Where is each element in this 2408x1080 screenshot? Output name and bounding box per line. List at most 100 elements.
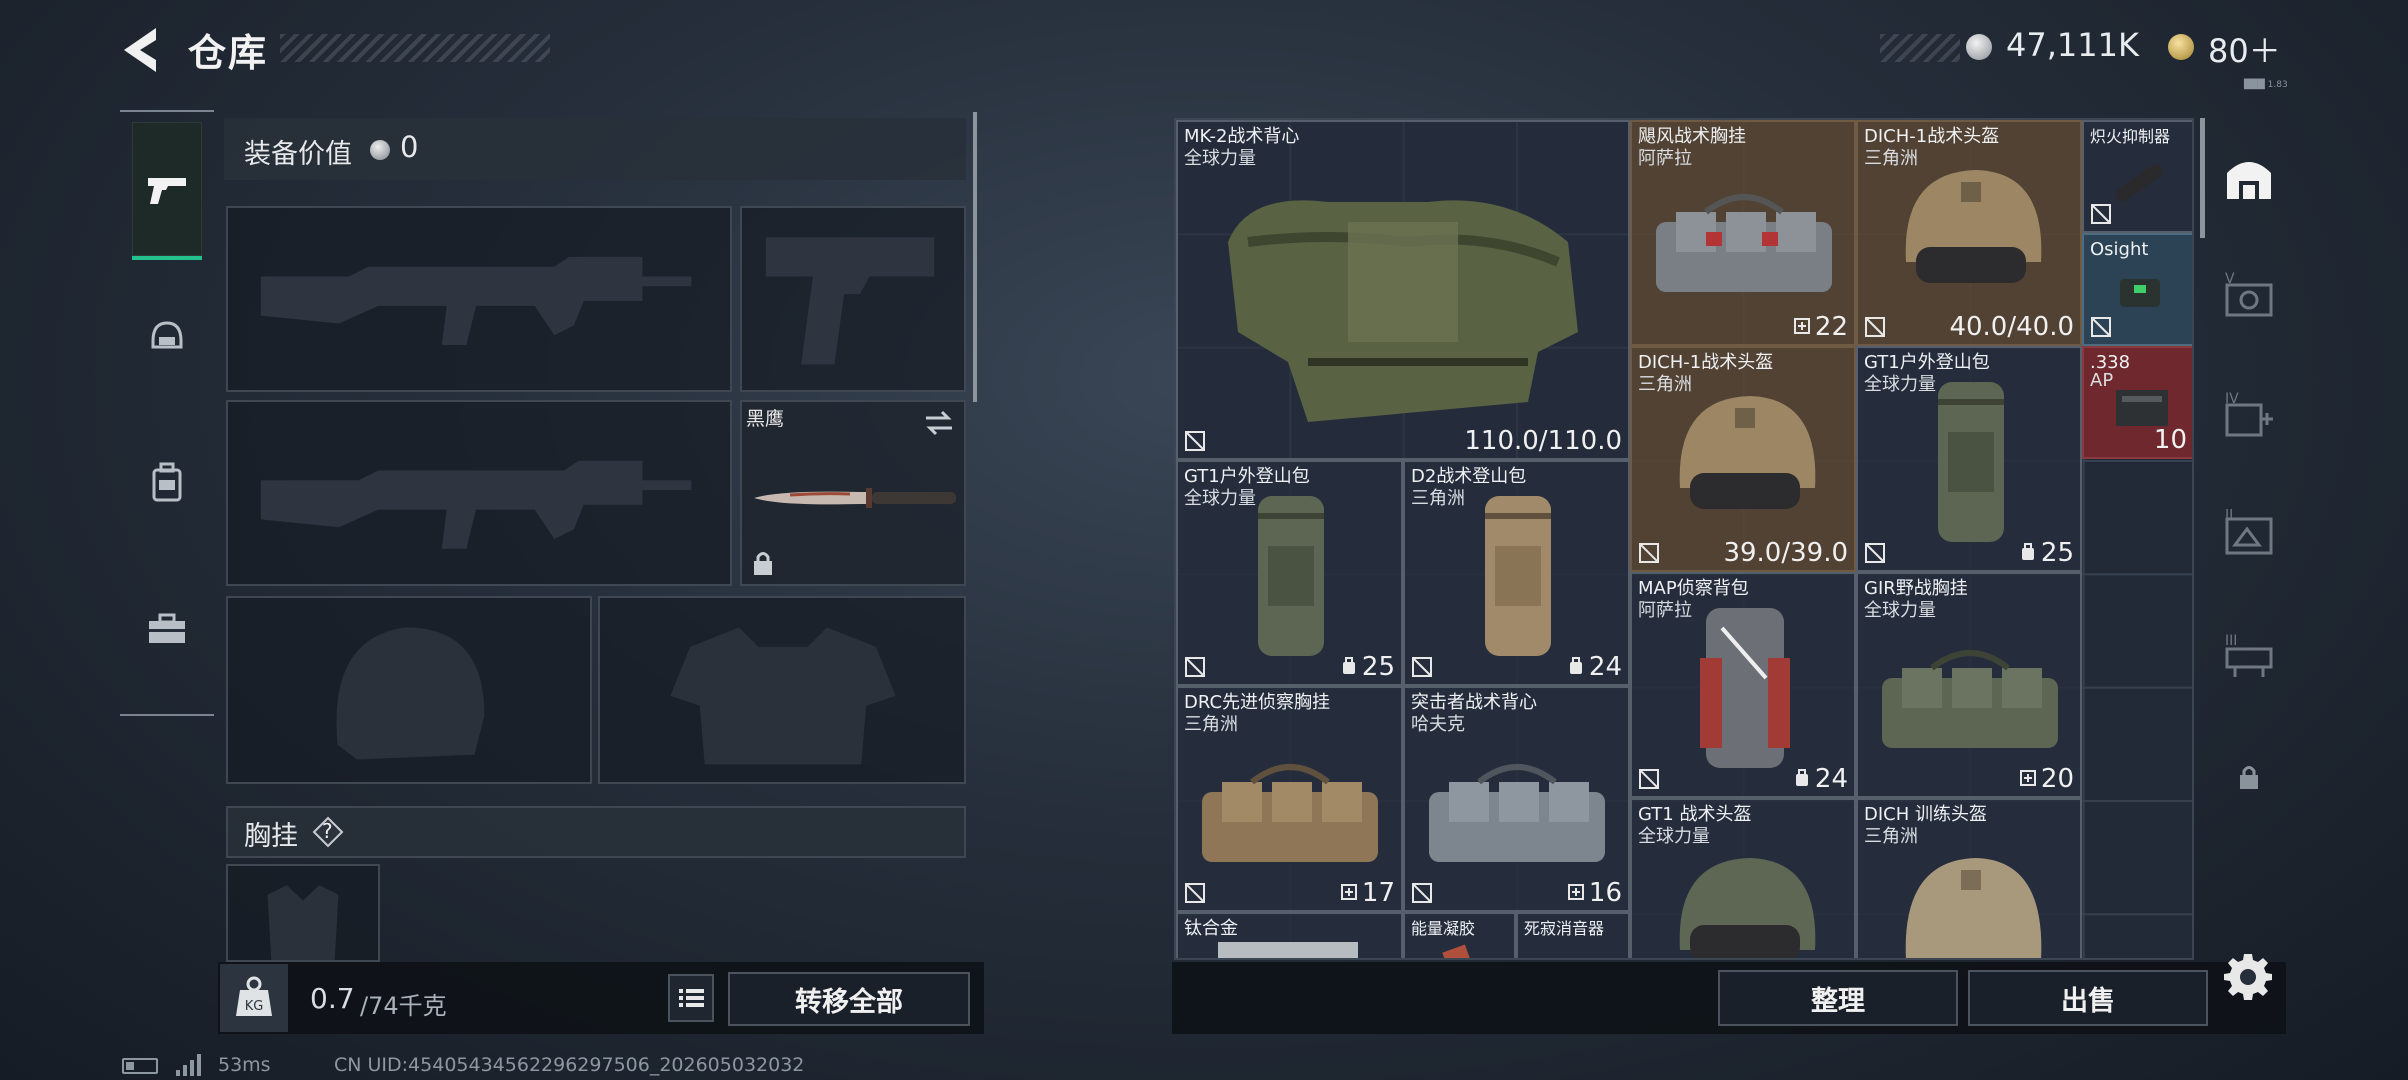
rifle-silhouette-icon bbox=[260, 256, 692, 345]
category-ii[interactable]: II bbox=[2220, 506, 2278, 564]
capacity-icon bbox=[1343, 657, 1355, 674]
cat-v-icon: V bbox=[2225, 271, 2273, 317]
item-card[interactable]: 钛合金 bbox=[1176, 912, 1403, 958]
capacity-icon bbox=[2022, 543, 2034, 560]
item-name: 突击者战术背心 bbox=[1411, 692, 1537, 713]
capacity-value: 20 bbox=[2040, 764, 2074, 794]
cat-iv-icon: IV bbox=[2225, 391, 2273, 437]
primary-weapon-slot[interactable] bbox=[226, 206, 732, 392]
sell-button[interactable]: 出售 bbox=[1968, 970, 2208, 1026]
category-iv[interactable]: IV bbox=[2220, 386, 2278, 444]
capacity-value: 24 bbox=[1814, 764, 1848, 794]
money-balance: 47,111K bbox=[2006, 26, 2139, 64]
secondary-weapon-slot[interactable] bbox=[226, 400, 732, 586]
capacity-icon bbox=[1794, 318, 1810, 334]
svg-text:IV: IV bbox=[2225, 391, 2239, 407]
helmet-silhouette-icon bbox=[336, 627, 485, 760]
svg-text:II: II bbox=[2225, 509, 2233, 523]
item-card[interactable]: DICH-1战术头盔 三角洲 40.0/40.0 bbox=[1856, 120, 2082, 346]
optic-sight-icon bbox=[2120, 279, 2160, 307]
item-maker: 全球力量 bbox=[1864, 374, 1936, 395]
item-card[interactable]: GT1户外登山包 全球力量 25 bbox=[1176, 460, 1403, 686]
item-name: GT1 战术头盔 bbox=[1638, 804, 1752, 825]
svg-text:III: III bbox=[2225, 633, 2237, 649]
item-maker: 阿萨拉 bbox=[1638, 600, 1692, 621]
pistol-icon bbox=[148, 178, 186, 204]
item-card[interactable]: GT1 战术头盔 全球力量 bbox=[1630, 798, 1856, 958]
durability-value: 110.0/110.0 bbox=[1464, 426, 1622, 456]
item-name: DRC先进侦察胸挂 bbox=[1184, 692, 1331, 713]
helmet-icon bbox=[151, 321, 183, 349]
knife-icon bbox=[754, 488, 956, 508]
chest-rig-icon bbox=[1656, 194, 1832, 292]
sort-button[interactable]: 整理 bbox=[1718, 970, 1958, 1026]
item-card[interactable]: GT1户外登山包 全球力量 25 bbox=[1856, 346, 2082, 572]
left-nav bbox=[120, 110, 214, 716]
settings-button[interactable] bbox=[2222, 950, 2274, 1002]
category-all[interactable] bbox=[2220, 150, 2278, 208]
suppressor-icon bbox=[2115, 164, 2163, 202]
item-card[interactable]: MAP侦察背包 阿萨拉 24 bbox=[1630, 572, 1856, 798]
item-card[interactable]: DICH-1战术头盔 三角洲 39.0/39.0 bbox=[1630, 346, 1856, 572]
svg-text:KG: KG bbox=[245, 999, 264, 1014]
item-card[interactable]: 死寂消音器 bbox=[1516, 912, 1630, 958]
loadout-scrollbar[interactable] bbox=[973, 112, 977, 402]
equipment-value-label: 装备价值 bbox=[244, 139, 352, 170]
pistol-slot[interactable] bbox=[740, 206, 966, 392]
pistol-silhouette-icon bbox=[765, 237, 935, 365]
category-iii[interactable]: III bbox=[2220, 626, 2278, 684]
item-card[interactable]: D2战术登山包 三角洲 24 bbox=[1403, 460, 1630, 686]
toolbox-icon bbox=[149, 613, 185, 643]
item-maker: 阿萨拉 bbox=[1638, 148, 1692, 169]
capacity-icon bbox=[1568, 884, 1584, 900]
item-card[interactable]: DICH 训练头盔 三角洲 bbox=[1856, 798, 2082, 958]
lock-icon bbox=[754, 552, 772, 575]
chest-rig-icon bbox=[1429, 764, 1605, 862]
version-text: ███ 1.83 bbox=[2244, 80, 2288, 90]
nav-toolbox[interactable] bbox=[132, 562, 202, 696]
item-name: MAP侦察背包 bbox=[1638, 578, 1749, 599]
nav-weapons[interactable] bbox=[132, 122, 202, 260]
item-card[interactable]: Osight bbox=[2082, 233, 2192, 346]
item-card[interactable]: 突击者战术背心 哈夫克 16 bbox=[1403, 686, 1630, 912]
item-card[interactable]: MK-2战术背心 全球力量 110.0/110.0 bbox=[1176, 120, 1630, 460]
item-card[interactable]: 能量凝胶 bbox=[1403, 912, 1516, 958]
transfer-all-button[interactable]: 转移全部 bbox=[728, 972, 970, 1026]
item-card[interactable]: 飓风战术胸挂 阿萨拉 22 bbox=[1630, 120, 1856, 346]
ticket-balance[interactable]: 80＋ bbox=[2208, 26, 2281, 72]
swap-icon[interactable] bbox=[924, 410, 954, 436]
backpack-icon bbox=[1485, 496, 1551, 656]
lock-icon bbox=[2240, 766, 2258, 789]
category-v[interactable]: V bbox=[2220, 266, 2278, 324]
capacity-value: 24 bbox=[1588, 652, 1622, 682]
nav-backpack[interactable] bbox=[132, 416, 202, 550]
no-fit-icon bbox=[1185, 883, 1205, 903]
currency-decoration bbox=[1880, 34, 1960, 62]
warehouse-scrollbar[interactable] bbox=[2200, 118, 2205, 238]
armor-slot[interactable] bbox=[598, 596, 966, 784]
item-card[interactable]: DRC先进侦察胸挂 三角洲 17 bbox=[1176, 686, 1403, 912]
svg-text:V: V bbox=[2225, 271, 2235, 287]
list-view-button[interactable] bbox=[668, 974, 714, 1022]
item-name: D2战术登山包 bbox=[1411, 466, 1527, 487]
help-button[interactable]: ? bbox=[312, 816, 344, 848]
item-card[interactable]: 炽火抑制器 bbox=[2082, 120, 2192, 233]
helmet-slot[interactable] bbox=[226, 596, 592, 784]
chest-rig-slot[interactable] bbox=[226, 864, 380, 962]
item-card[interactable]: .338 AP 10 bbox=[2082, 346, 2192, 459]
item-card[interactable]: GIR野战胸挂 全球力量 20 bbox=[1856, 572, 2082, 798]
backpack-icon bbox=[1700, 608, 1790, 768]
category-locked[interactable] bbox=[2220, 748, 2278, 806]
nav-helmet[interactable] bbox=[132, 270, 202, 404]
item-name: 死寂消音器 bbox=[1524, 919, 1605, 938]
capacity-value: 22 bbox=[1814, 312, 1848, 342]
back-button[interactable] bbox=[116, 22, 166, 78]
no-fit-icon bbox=[1185, 431, 1205, 451]
ticket-icon bbox=[2168, 34, 2194, 60]
item-name: DICH-1战术头盔 bbox=[1638, 352, 1774, 373]
helmet-icon bbox=[1679, 858, 1816, 958]
weight-badge: KG bbox=[220, 964, 288, 1032]
item-name: 飓风战术胸挂 bbox=[1638, 126, 1746, 147]
no-fit-icon bbox=[1639, 769, 1659, 789]
coin-icon bbox=[370, 140, 390, 160]
